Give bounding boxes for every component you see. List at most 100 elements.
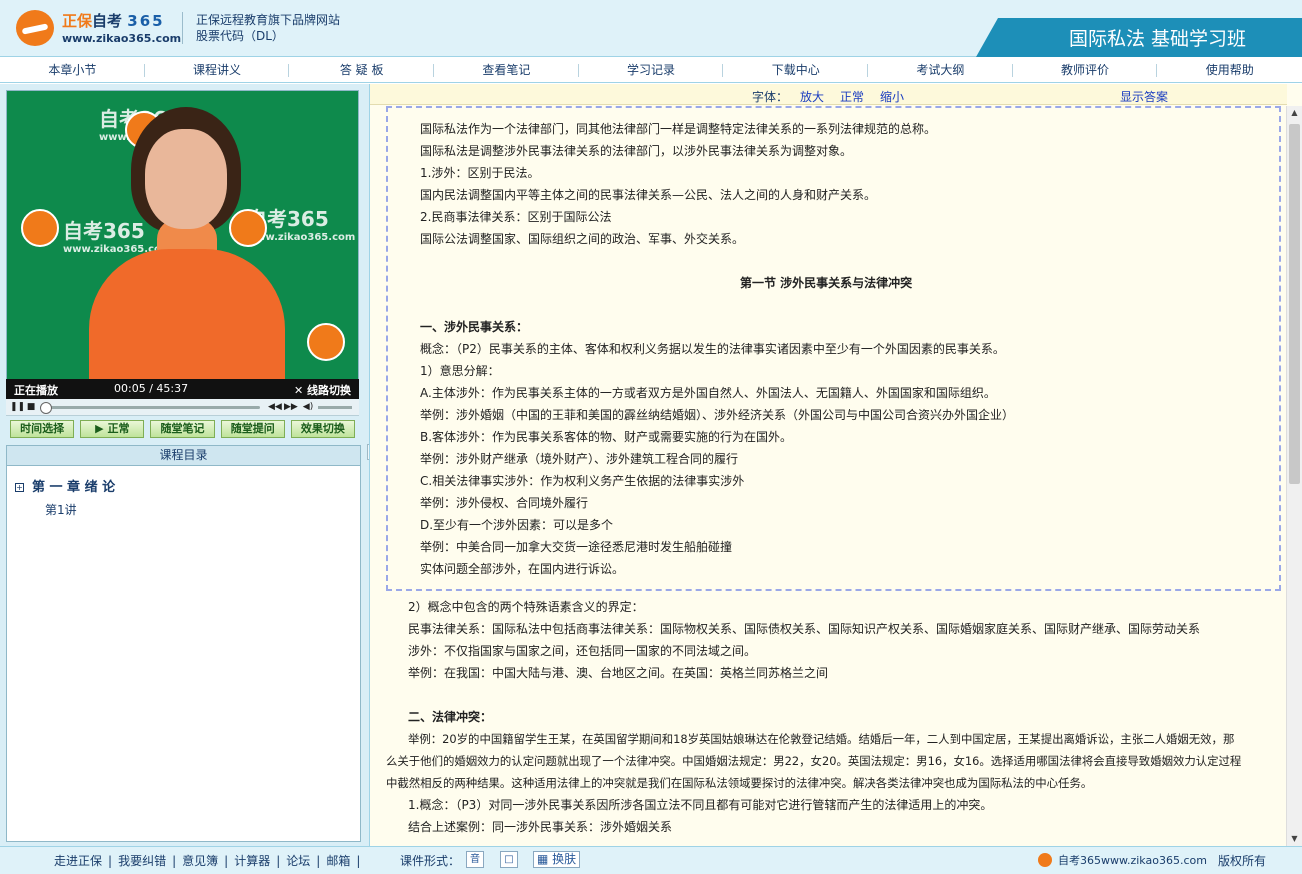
- scroll-thumb[interactable]: [1289, 124, 1300, 484]
- text-line: 2）概念中包含的两个特殊语素含义的界定：: [408, 600, 644, 614]
- stop-icon[interactable]: ■: [25, 401, 37, 413]
- courseware-format-label: 课件形式：: [400, 854, 461, 868]
- toc-lecture-1[interactable]: 第1讲: [45, 501, 77, 518]
- text-line: 1.涉外：区别于民法。: [420, 166, 540, 180]
- toc-chapter-1[interactable]: + 第 一 章 绪 论: [15, 476, 115, 495]
- lecturer-face: [145, 129, 227, 229]
- play-status: 正在播放: [14, 384, 58, 397]
- footer-link-forum[interactable]: 论坛: [286, 854, 310, 868]
- site-logo[interactable]: 正保自考 365 www.zikao365.com: [16, 8, 181, 48]
- text-line: 举例：涉外财产继承（境外财产）、涉外建筑工程合同的履行: [420, 452, 739, 466]
- volume-icon[interactable]: ◀): [302, 401, 314, 413]
- text-line: B.客体涉外：作为民事关系客体的物、财产或需要实施的行为在国外。: [420, 430, 793, 444]
- text-line: A.主体涉外：作为民事关系主体的一方或者双方是外国自然人、外国法人、无国籍人、外…: [420, 386, 996, 400]
- main-frame: 自考365 www.zikao365.com 自考365 www.zikao365.…: [0, 84, 1302, 846]
- expand-icon[interactable]: +: [15, 483, 24, 492]
- forward-icon[interactable]: ▶▶: [284, 401, 298, 413]
- site-tagline: 正保远程教育旗下品牌网站: [196, 13, 341, 27]
- copyright: 版权所有: [1218, 854, 1267, 868]
- nav-teacher-review[interactable]: 教师评价: [1013, 58, 1158, 82]
- logo-icon: [16, 10, 54, 46]
- show-answer-button[interactable]: 显示答案: [1120, 88, 1168, 105]
- text-line: 概念：（P2）民事关系的主体、客体和权利义务据以发生的法律事实诸因素中至少有一个…: [420, 342, 1005, 356]
- font-shrink-button[interactable]: 缩小: [880, 88, 904, 105]
- text-line: 举例：涉外婚姻（中国的王菲和美国的霹丝纳结婚姻）、涉外经济关系（外国公司与中国公…: [420, 408, 1015, 422]
- text-line: 么关于他们的婚姻效力的认定问题就出现了一个法律冲突。中国婚姻法规定：男22，女2…: [386, 754, 1242, 768]
- text-line: 举例：中美合同一加拿大交货一途径悉尼港时发生船舶碰撞: [420, 540, 733, 554]
- text-line: D.至少有一个涉外因素：可以是多个: [420, 518, 614, 532]
- effect-switch-button[interactable]: 效果切换: [290, 420, 356, 438]
- nav-qa-board[interactable]: 答 疑 板: [289, 58, 434, 82]
- course-toc: 课程目录 + 第 一 章 绪 论 第1讲: [6, 445, 361, 842]
- class-notes-button[interactable]: 随堂笔记: [150, 420, 215, 438]
- progress-track[interactable]: [40, 406, 260, 409]
- video-player[interactable]: 自考365 www.zikao365.com 自考365 www.zikao365.…: [6, 90, 359, 383]
- video-bg-logo-icon: [229, 209, 267, 247]
- footer-link-report-error[interactable]: 我要纠错: [118, 854, 166, 868]
- nav-chapter-summary[interactable]: 本章小节: [0, 58, 145, 82]
- video-bg-logo-icon: [307, 323, 345, 361]
- lecture-content: 字体： 放大 正常 缩小 显示答案 国际私法作为一个法律部门，同其他法律部门一样…: [369, 84, 1302, 846]
- text-line: 民事法律关系：国际私法中包括商事法律关系：国际物权关系、国际债权关系、国际知识产…: [408, 622, 1201, 636]
- line-switch-button[interactable]: ✕ 线路切换: [294, 382, 351, 398]
- text-line: 举例：20岁的中国籍留学生王某，在英国留学期间和18岁英国姑娘琳达在伦敦登记结婚…: [408, 732, 1235, 746]
- nav-course-notes[interactable]: 课程讲义: [145, 58, 290, 82]
- scroll-down-icon[interactable]: ▼: [1287, 832, 1302, 846]
- pause-icon[interactable]: ❚❚: [10, 401, 25, 413]
- rewind-icon[interactable]: ◀◀: [268, 401, 282, 413]
- volume-slider[interactable]: [318, 406, 352, 409]
- text-line: 国际公法调整国家、国际组织之间的政治、军事、外交关系。: [420, 232, 745, 246]
- course-title: 国际私法 基础学习班: [1068, 28, 1246, 50]
- text-line: 2.民商事法律关系：区别于国际公法: [420, 210, 612, 224]
- footer-link-feedback[interactable]: 意见簿: [182, 854, 218, 868]
- nav-help[interactable]: 使用帮助: [1157, 58, 1302, 82]
- font-enlarge-button[interactable]: 放大: [800, 88, 824, 105]
- nav-download-center[interactable]: 下载中心: [723, 58, 868, 82]
- toc-title: 课程目录: [7, 446, 360, 466]
- lecturer-body: [89, 249, 285, 382]
- content-scrollbar[interactable]: ▲ ▼: [1286, 106, 1302, 846]
- course-banner: 国际私法 基础学习班: [976, 18, 1302, 57]
- nav-exam-outline[interactable]: 考试大纲: [868, 58, 1013, 82]
- class-question-button[interactable]: 随堂提问: [220, 420, 285, 438]
- text-line: 实体问题全部涉外，在国内进行诉讼。: [420, 562, 625, 576]
- footer-link-mail[interactable]: 邮箱: [326, 854, 350, 868]
- font-label: 字体：: [752, 90, 789, 104]
- nav-study-record[interactable]: 学习记录: [579, 58, 724, 82]
- normal-speed-button[interactable]: ▶ 正常: [80, 420, 145, 438]
- text-line: 中截然相反的两种结果。这种适用法律上的冲突就是我们在国际私法领域要探讨的法律冲突…: [386, 776, 1093, 790]
- subheading: 二、法律冲突：: [408, 710, 493, 724]
- text-line: 国际私法是调整涉外民事法律关系的法律部门，以涉外民事法律关系为调整对象。: [420, 144, 853, 158]
- progress-knob[interactable]: [40, 402, 53, 414]
- content-toolbar: 字体： 放大 正常 缩小 显示答案: [370, 84, 1287, 105]
- footer-logo-icon: [1038, 853, 1052, 867]
- left-panel: 自考365 www.zikao365.com 自考365 www.zikao365.…: [6, 90, 361, 842]
- play-time: 00:05 / 45:37: [114, 382, 189, 395]
- footer: 走进正保 | 我要纠错 | 意见簿 | 计算器 | 论坛 | 邮箱 | 课件形式： 音 □ ▦ 换肤 …: [0, 846, 1302, 874]
- text-line: 举例：涉外侵权、合同境外履行: [420, 496, 589, 510]
- section-heading: 第一节 涉外民事关系与法律冲突: [740, 276, 913, 290]
- audio-mode-button[interactable]: 音: [466, 851, 484, 868]
- text-line: 国内民法调整国内平等主体之间的民事法律关系—公民、法人之间的人身和财产关系。: [420, 188, 877, 202]
- footer-link-calculator[interactable]: 计算器: [234, 854, 270, 868]
- video-status-bar: 正在播放 00:05 / 45:37 ✕ 线路切换: [6, 379, 359, 399]
- text-line: 涉外：不仅指国家与国家之间，还包括同一国家的不同法域之间。: [408, 644, 757, 658]
- scroll-up-icon[interactable]: ▲: [1287, 106, 1302, 120]
- video-bg-logo-icon: [21, 209, 59, 247]
- time-select-button[interactable]: 时间选择: [10, 420, 75, 438]
- text-line: C.相关法律事实涉外：作为权利义务产生依据的法律事实涉外: [420, 474, 745, 488]
- header-divider: [182, 12, 183, 44]
- nav-view-notes[interactable]: 查看笔记: [434, 58, 579, 82]
- text-line: 1）意思分解：: [420, 364, 500, 378]
- font-normal-button[interactable]: 正常: [840, 88, 864, 105]
- logo-url: www.zikao365.com: [62, 32, 182, 45]
- footer-link-about[interactable]: 走进正保: [54, 854, 102, 868]
- logo-text: 正保自考 365: [62, 12, 165, 30]
- text-line: 结合上述案例：同一涉外民事关系：涉外婚姻关系: [408, 820, 673, 834]
- change-skin-button[interactable]: ▦ 换肤: [533, 851, 581, 868]
- stock-code: 股票代码（DL）: [196, 29, 284, 43]
- text-line: 举例：在我国：中国大陆与港、澳、台地区之间。在英国：英格兰同苏格兰之间: [408, 666, 829, 680]
- lecture-text: 国际私法作为一个法律部门，同其他法律部门一样是调整特定法律关系的一系列法律规范的…: [370, 105, 1287, 846]
- player-controls: ❚❚ ■ ◀◀ ▶▶ ◀): [6, 399, 359, 416]
- layout-mode-button[interactable]: □: [500, 851, 518, 868]
